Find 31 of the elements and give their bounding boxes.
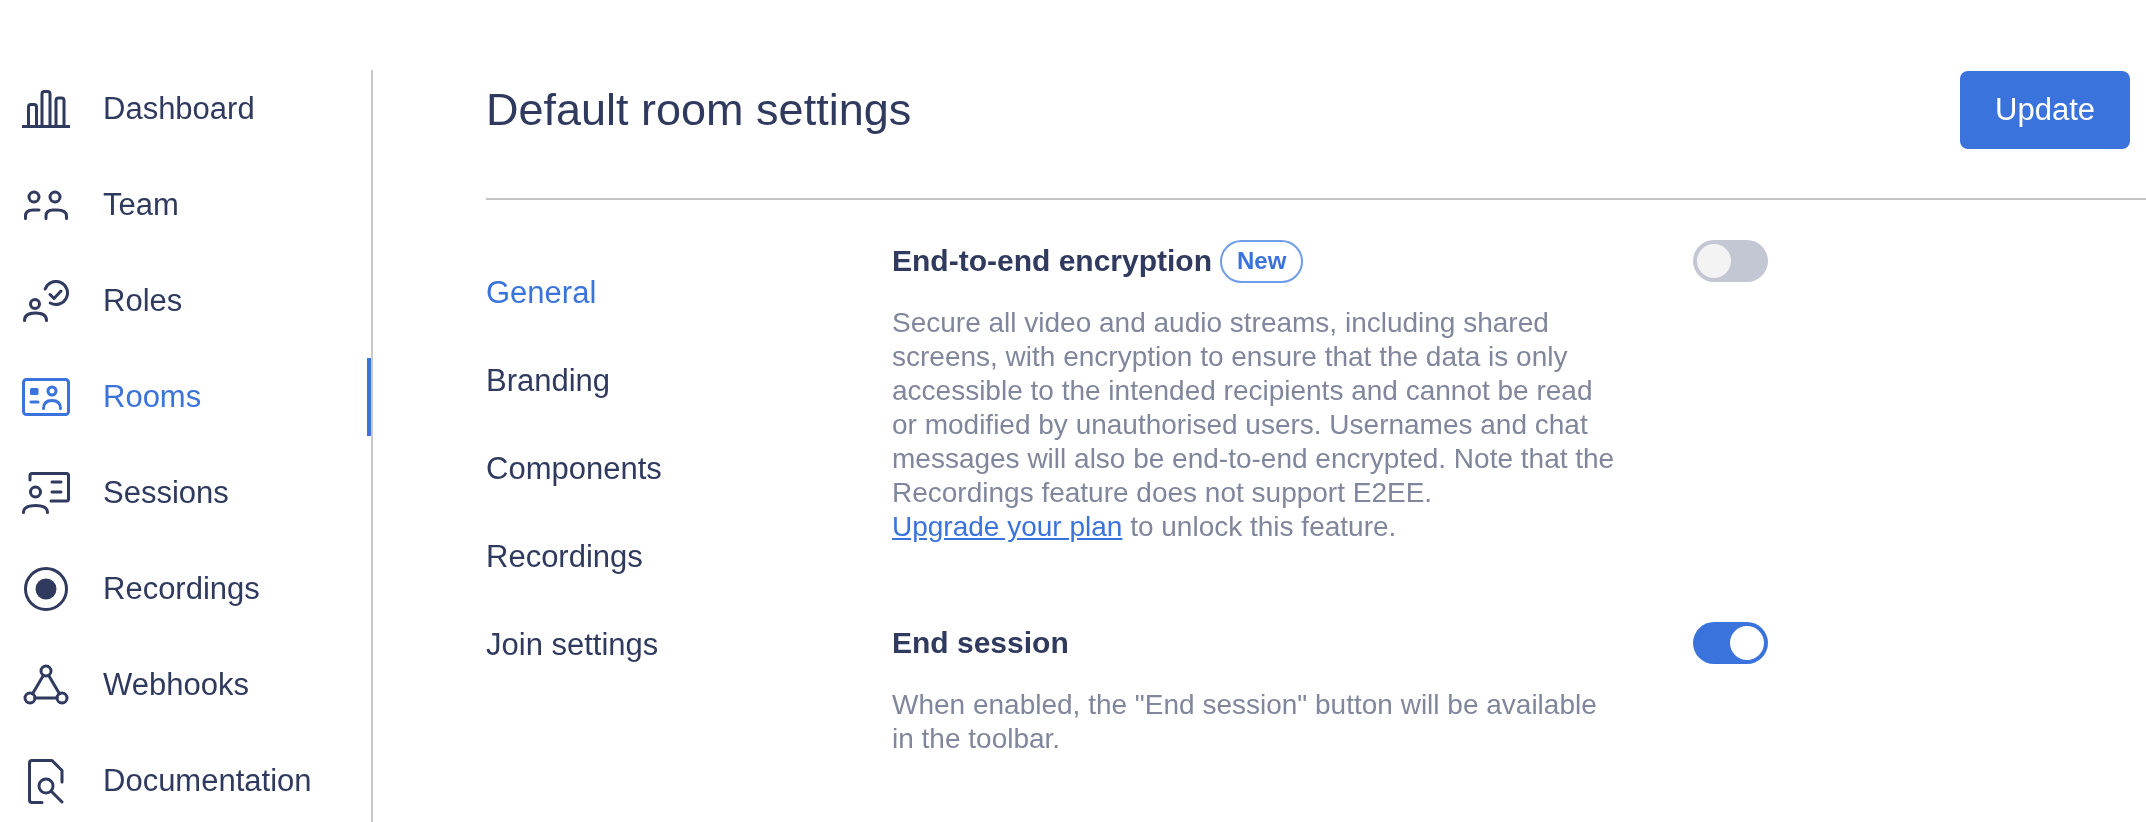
subnav-tab[interactable]: Recordings xyxy=(486,537,643,577)
upgrade-link[interactable]: Upgrade your plan xyxy=(892,511,1123,542)
sidebar-item[interactable]: Rooms xyxy=(0,358,371,436)
subnav-tab[interactable]: Join settings xyxy=(486,625,659,665)
sidebar-item[interactable]: Team xyxy=(0,166,371,244)
page-title: Default room settings xyxy=(486,83,912,137)
sidebar-item[interactable]: Sessions xyxy=(0,454,371,532)
subnav-tab[interactable]: Branding xyxy=(486,361,611,401)
webhook-icon xyxy=(22,664,70,706)
setting-description: When enabled, the "End session" button will be available in the toolbar. xyxy=(892,688,1598,756)
subnav-tab[interactable]: General xyxy=(486,273,597,313)
subnav-tab[interactable]: Components xyxy=(486,449,662,489)
setting-title: End-to-end encryption xyxy=(892,243,1212,279)
sidebar-item[interactable]: Roles xyxy=(0,262,371,340)
sidebar-item[interactable]: Recordings xyxy=(0,550,371,628)
sidebar-item[interactable]: Dashboard xyxy=(0,70,371,148)
person-card-icon xyxy=(22,378,70,416)
person-notes-icon xyxy=(22,472,70,514)
document-search-icon xyxy=(28,758,64,804)
record-icon xyxy=(24,567,68,611)
feature-tag: New xyxy=(1220,239,1304,283)
update-button[interactable]: Update xyxy=(1960,71,2130,149)
two-people-icon xyxy=(24,190,68,220)
sidebar-item[interactable]: Documentation xyxy=(0,742,371,820)
setting-description: Secure all video and audio streams, including shared screens, with encryption to ensure that the data is only accessible to the intended recipients and cannot be read or modified by unauthorised users. Usernames and chat messages will also be end-to-end encrypted. Note that the Recordings feature does not support E2EE. Upgrade your plan to unlock this feature. xyxy=(892,306,1616,544)
person-check-icon xyxy=(23,280,69,322)
sidebar-item[interactable]: Webhooks xyxy=(0,646,371,724)
toggle-switch[interactable] xyxy=(1693,240,1768,282)
setting-title: End session xyxy=(892,625,1069,661)
toggle-switch[interactable] xyxy=(1693,622,1768,664)
bar-chart-icon xyxy=(22,90,70,128)
